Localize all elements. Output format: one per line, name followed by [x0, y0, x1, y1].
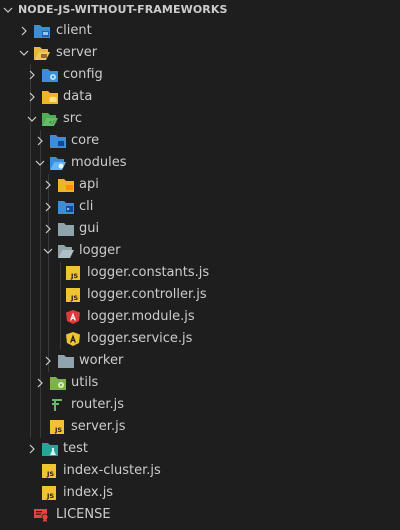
tree-item-label: logger.controller.js [87, 287, 207, 302]
chevron-right-icon [45, 202, 51, 212]
tree-item-label: LICENSE [56, 507, 111, 522]
tree-item-label: modules [71, 155, 127, 170]
tree-item-data[interactable]: data [0, 86, 400, 108]
tree-item-label: logger.service.js [87, 331, 193, 346]
svg-text:JS: JS [46, 470, 54, 478]
tree-item-core[interactable]: core [0, 130, 400, 152]
chevron-down-icon [27, 116, 37, 122]
tree-item-label: index.js [63, 485, 114, 500]
src-folder-open-icon: </> [42, 113, 58, 126]
tree-item-worker[interactable]: worker [0, 350, 400, 372]
chevron-down-icon [43, 248, 53, 254]
utils-folder-icon [50, 377, 66, 390]
tree-item-label: cli [79, 199, 94, 214]
javascript-file-icon: JS [66, 288, 80, 302]
client-folder-icon [34, 25, 50, 38]
core-folder-icon [50, 135, 66, 148]
tree-item-label: src [63, 111, 82, 126]
folder-icon [58, 223, 74, 236]
data-folder-icon [42, 91, 58, 104]
tree-item-server-js[interactable]: JS server.js [0, 416, 400, 438]
tree-item-label: logger.module.js [87, 309, 195, 324]
tree-item-label: logger.constants.js [87, 265, 210, 280]
angular-service-icon [66, 332, 80, 346]
tree-item-logger-controller[interactable]: JS logger.controller.js [0, 284, 400, 306]
tree-item-label: test [63, 441, 88, 456]
tree-item-label: router.js [71, 397, 125, 412]
tree-item-label: worker [79, 353, 124, 368]
chevron-right-icon [45, 180, 51, 190]
tree-item-label: gui [79, 221, 100, 236]
tree-item-utils[interactable]: utils [0, 372, 400, 394]
config-folder-icon [42, 69, 58, 82]
api-folder-icon [58, 179, 74, 192]
javascript-file-icon: JS [42, 486, 56, 500]
explorer-title: NODE-JS-WITHOUT-FRAMEWORKS [18, 3, 228, 16]
folder-open-icon [58, 245, 74, 258]
cli-folder-icon [58, 201, 74, 214]
explorer-header[interactable]: NODE-JS-WITHOUT-FRAMEWORKS [0, 0, 400, 20]
tree-item-cli[interactable]: cli [0, 196, 400, 218]
file-explorer: NODE-JS-WITHOUT-FRAMEWORKS client server [0, 0, 400, 530]
tree-item-label: api [79, 177, 99, 192]
chevron-right-icon [37, 136, 43, 146]
chevron-right-icon [45, 356, 51, 366]
svg-text:JS: JS [46, 492, 54, 500]
tree-item-label: index-cluster.js [63, 463, 161, 478]
chevron-down-icon [19, 50, 29, 56]
chevron-right-icon [37, 378, 43, 388]
folder-icon [58, 355, 74, 368]
tree-item-label: client [56, 23, 92, 38]
tree-item-label: core [71, 133, 100, 148]
tree-item-logger-module[interactable]: logger.module.js [0, 306, 400, 328]
tree-item-api[interactable]: api [0, 174, 400, 196]
tree-item-client[interactable]: client [0, 20, 400, 42]
tree-item-logger-constants[interactable]: JS logger.constants.js [0, 262, 400, 284]
license-icon [34, 509, 49, 522]
tree-item-logger-service[interactable]: logger.service.js [0, 328, 400, 350]
chevron-right-icon [45, 224, 51, 234]
chevron-down-icon [3, 7, 13, 13]
test-folder-icon [42, 443, 58, 456]
tree-item-label: logger [79, 243, 121, 258]
tree-item-test[interactable]: test [0, 438, 400, 460]
javascript-file-icon: JS [50, 420, 64, 434]
tree-item-label: data [63, 89, 93, 104]
tree-item-license[interactable]: LICENSE [0, 504, 400, 526]
tree-item-config[interactable]: config [0, 64, 400, 86]
server-folder-open-icon [34, 47, 50, 60]
javascript-file-icon: JS [66, 266, 80, 280]
svg-text:</>: </> [49, 120, 58, 126]
chevron-right-icon [21, 26, 27, 36]
tree-item-label: server [56, 45, 98, 60]
tree-item-router[interactable]: router.js [0, 394, 400, 416]
javascript-file-icon: JS [42, 464, 56, 478]
tree-item-server[interactable]: server [0, 42, 400, 64]
chevron-down-icon [35, 160, 45, 166]
chevron-right-icon [29, 70, 35, 80]
svg-text:JS: JS [70, 294, 78, 302]
chevron-right-icon [29, 444, 35, 454]
angular-module-icon [66, 310, 80, 324]
chevron-right-icon [29, 92, 35, 102]
tree-item-index-cluster[interactable]: JS index-cluster.js [0, 460, 400, 482]
tree-item-modules[interactable]: modules [0, 152, 400, 174]
tree-item-logger[interactable]: logger [0, 240, 400, 262]
tree-item-label: server.js [71, 419, 126, 434]
tree-item-index[interactable]: JS index.js [0, 482, 400, 504]
tree-item-label: utils [71, 375, 99, 390]
tree-item-src[interactable]: </> src [0, 108, 400, 130]
svg-text:JS: JS [70, 272, 78, 280]
tree-item-label: config [63, 67, 103, 82]
modules-folder-open-icon [50, 157, 66, 170]
router-icon [52, 399, 62, 411]
tree-item-gui[interactable]: gui [0, 218, 400, 240]
svg-text:JS: JS [54, 426, 62, 434]
